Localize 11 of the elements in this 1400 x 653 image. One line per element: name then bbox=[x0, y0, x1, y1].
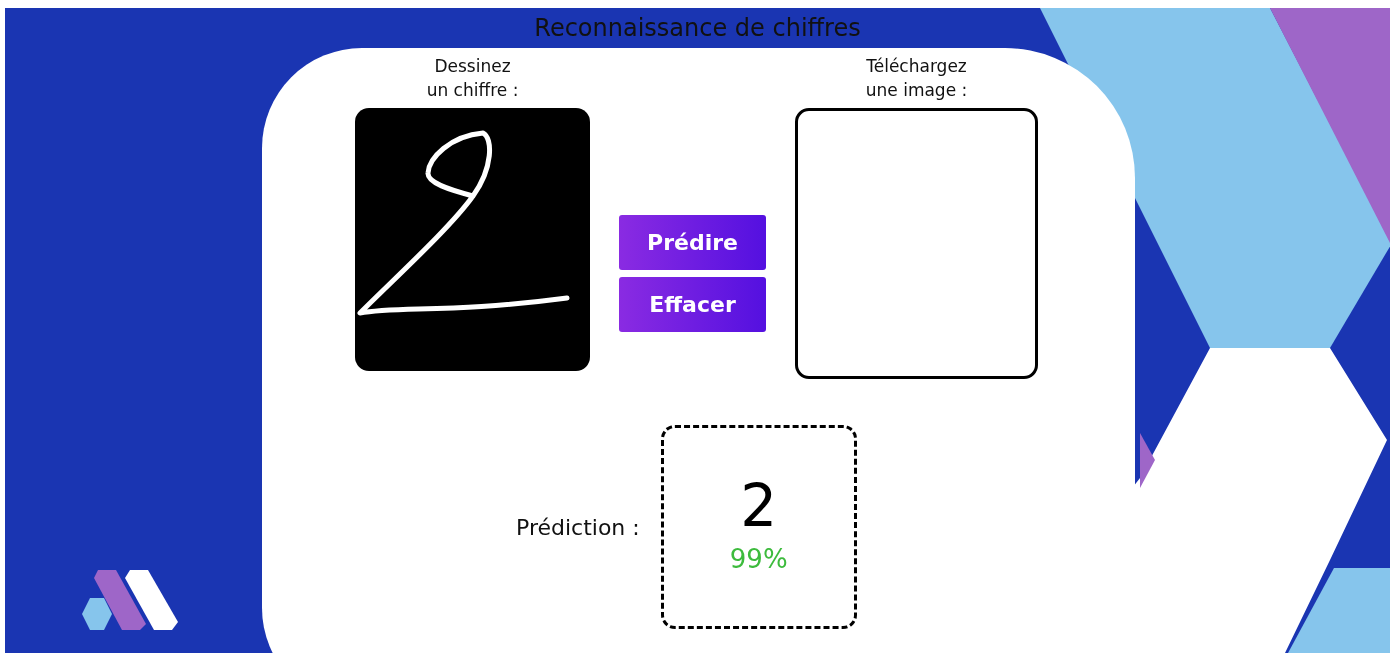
predicted-digit: 2 bbox=[740, 474, 778, 538]
upload-label: Téléchargez une image : bbox=[865, 55, 968, 102]
image-upload-area[interactable] bbox=[795, 108, 1038, 379]
clear-button[interactable]: Effacer bbox=[619, 277, 766, 332]
drawing-canvas[interactable] bbox=[355, 108, 590, 371]
draw-label: Dessinez un chiffre : bbox=[426, 55, 519, 102]
logo-icon bbox=[82, 568, 178, 630]
prediction-label: Prédiction : bbox=[516, 514, 640, 540]
confidence-value: 99% bbox=[729, 544, 788, 574]
predict-button[interactable]: Prédire bbox=[619, 215, 766, 270]
page-title: Reconnaissance de chiffres bbox=[533, 14, 862, 42]
